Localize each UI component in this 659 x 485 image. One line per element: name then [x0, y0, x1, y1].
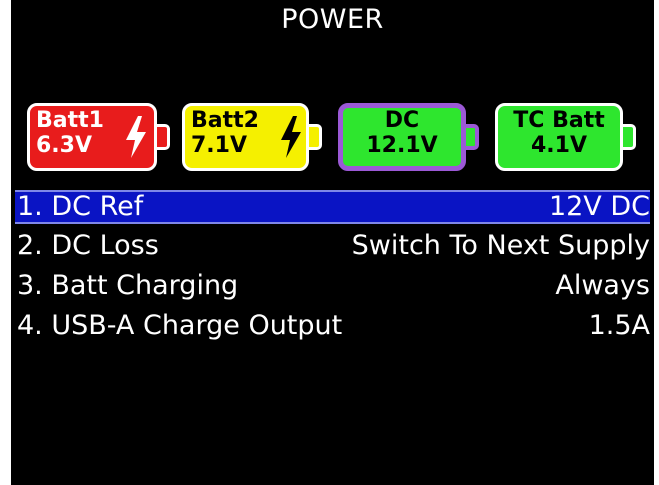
menu-item-label: 1. DC Ref [17, 191, 144, 222]
menu-item-usb-a-charge-output[interactable]: 4. USB-A Charge Output 1.5A [15, 309, 650, 343]
supply-dc-name: DC [384, 108, 420, 133]
supply-tc-batt-voltage: 4.1V [531, 133, 587, 158]
power-screen: POWER Batt1 6.3V Batt2 7.1V DC 12.1V TC … [11, 0, 654, 485]
bolt-icon [126, 116, 146, 158]
supply-batt2-terminal [309, 124, 322, 150]
supply-tc-batt-name: TC Batt [513, 108, 605, 133]
supply-batt1-terminal [157, 124, 170, 150]
menu-item-batt-charging[interactable]: 3. Batt Charging Always [15, 269, 650, 303]
supply-dc-terminal [466, 124, 479, 150]
supply-batt2-voltage: 7.1V [191, 133, 247, 158]
supply-batt1-voltage: 6.3V [36, 133, 92, 158]
supply-batt2-name: Batt2 [191, 108, 259, 133]
page-title: POWER [281, 4, 384, 35]
menu-item-label: 4. USB-A Charge Output [17, 310, 343, 341]
menu-item-value: Switch To Next Supply [351, 230, 650, 261]
bolt-icon [281, 116, 301, 158]
supply-dc-voltage: 12.1V [366, 133, 438, 158]
menu-item-value: 12V DC [548, 191, 650, 222]
menu-item-value: 1.5A [588, 310, 650, 341]
menu-item-label: 2. DC Loss [17, 230, 159, 261]
supply-batt1-name: Batt1 [36, 108, 104, 133]
supply-tc-batt-terminal [623, 124, 636, 150]
menu-item-dc-ref[interactable]: 1. DC Ref 12V DC [15, 190, 650, 224]
menu-item-dc-loss[interactable]: 2. DC Loss Switch To Next Supply [15, 229, 650, 263]
menu-item-label: 3. Batt Charging [17, 270, 239, 301]
menu-item-value: Always [555, 270, 650, 301]
